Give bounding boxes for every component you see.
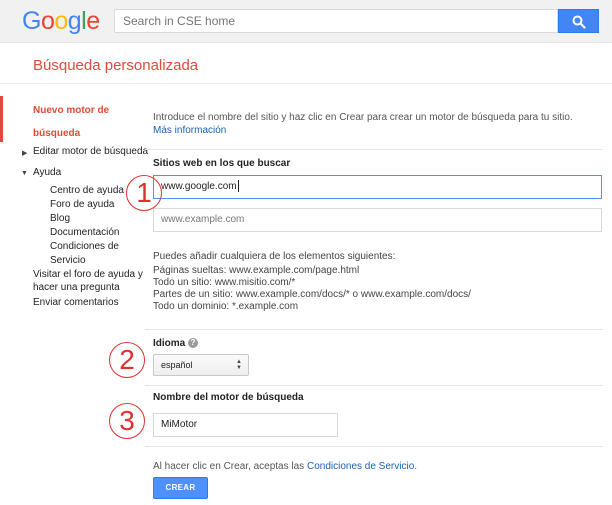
site-url-field-empty[interactable]: www.example.com (153, 208, 602, 232)
sites-label: Sitios web en los que buscar (153, 158, 291, 169)
hint-line: Todo un dominio: *.example.com (153, 301, 299, 312)
hint-line: Todo un sitio: www.misitio.com/* (153, 277, 296, 288)
magnifier-icon (572, 15, 586, 29)
sidebar-item-feedback[interactable]: Enviar comentarios (33, 297, 119, 309)
search-button[interactable] (558, 9, 599, 33)
sidebar-item-edit-engine[interactable]: Editar motor de búsqueda (33, 146, 148, 158)
intro-sentence: Introduce el nombre del sitio y haz clic… (153, 112, 573, 123)
select-arrows-icon: ▲ ▼ (236, 359, 242, 371)
search-input[interactable]: Search in CSE home (114, 9, 558, 33)
step-marker-2: 2 (109, 342, 145, 378)
engine-name-field[interactable]: MiMotor (153, 413, 338, 437)
sidebar-item-label: Nuevo motor de (33, 105, 110, 116)
active-indicator (0, 96, 3, 142)
step-marker-1: 1 (126, 175, 162, 211)
create-button[interactable]: CREAR (153, 477, 208, 499)
sidebar-subitem-documentation[interactable]: Documentación (50, 226, 130, 240)
sidebar-subitem-help-center[interactable]: Centro de ayuda (50, 184, 130, 198)
logo-letter: o (54, 7, 68, 35)
logo-letter: G (22, 7, 41, 35)
language-label: Idioma (153, 338, 186, 349)
engine-name-label: Nombre del motor de búsqueda (153, 392, 304, 403)
sidebar-subitem-blog[interactable]: Blog (50, 212, 130, 226)
google-logo[interactable]: Google (22, 6, 100, 36)
section-divider (145, 149, 603, 150)
hint-block: Puedes añadir cualquiera de los elemento… (153, 251, 471, 313)
expand-arrow-icon[interactable]: ▶ (22, 149, 27, 157)
language-value: español (161, 360, 193, 370)
terms-prefix: Al hacer clic en Crear, aceptas las (153, 461, 305, 472)
section-divider (145, 446, 603, 447)
section-divider (145, 329, 603, 330)
sidebar-item-visit-forum[interactable]: Visitar el foro de ayuda y hacer una pre… (33, 268, 143, 294)
hint-line: Partes de un sitio: www.example.com/docs… (153, 289, 471, 300)
terms-text: Al hacer clic en Crear, aceptas las Cond… (153, 461, 417, 472)
sidebar-item-new-engine[interactable]: Nuevo motor de búsqueda (33, 99, 133, 145)
terms-suffix: . (414, 461, 418, 472)
header-divider (0, 83, 612, 84)
section-divider (145, 385, 603, 386)
site-url-value: www.google.com (161, 181, 237, 192)
more-info-link[interactable]: Más información (153, 125, 226, 136)
sidebar-item-label: búsqueda (33, 128, 81, 139)
page-title: Búsqueda personalizada (33, 57, 199, 74)
collapse-arrow-icon[interactable]: ▼ (21, 170, 28, 177)
sidebar-subitem-terms[interactable]: Condiciones de Servicio (50, 240, 124, 268)
hint-title: Puedes añadir cualquiera de los elemento… (153, 251, 396, 262)
logo-letter: o (40, 7, 55, 35)
logo-letter: g (67, 7, 82, 35)
sidebar-subitem-help-forum[interactable]: Foro de ayuda (50, 198, 130, 212)
language-select[interactable]: español ▲ ▼ (153, 354, 249, 376)
terms-link[interactable]: Condiciones de Servicio (307, 461, 414, 472)
step-marker-3: 3 (109, 403, 145, 439)
top-bar: Google Search in CSE home (0, 0, 612, 43)
text-caret (237, 180, 239, 193)
intro-text: Introduce el nombre del sitio y haz clic… (153, 111, 593, 137)
help-icon[interactable]: ? (188, 338, 198, 348)
logo-letter: e (86, 7, 100, 35)
site-url-field[interactable]: www.google.com (153, 175, 602, 199)
sidebar-item-help[interactable]: Ayuda (33, 167, 61, 179)
hint-line: Páginas sueltas: www.example.com/page.ht… (153, 265, 360, 276)
